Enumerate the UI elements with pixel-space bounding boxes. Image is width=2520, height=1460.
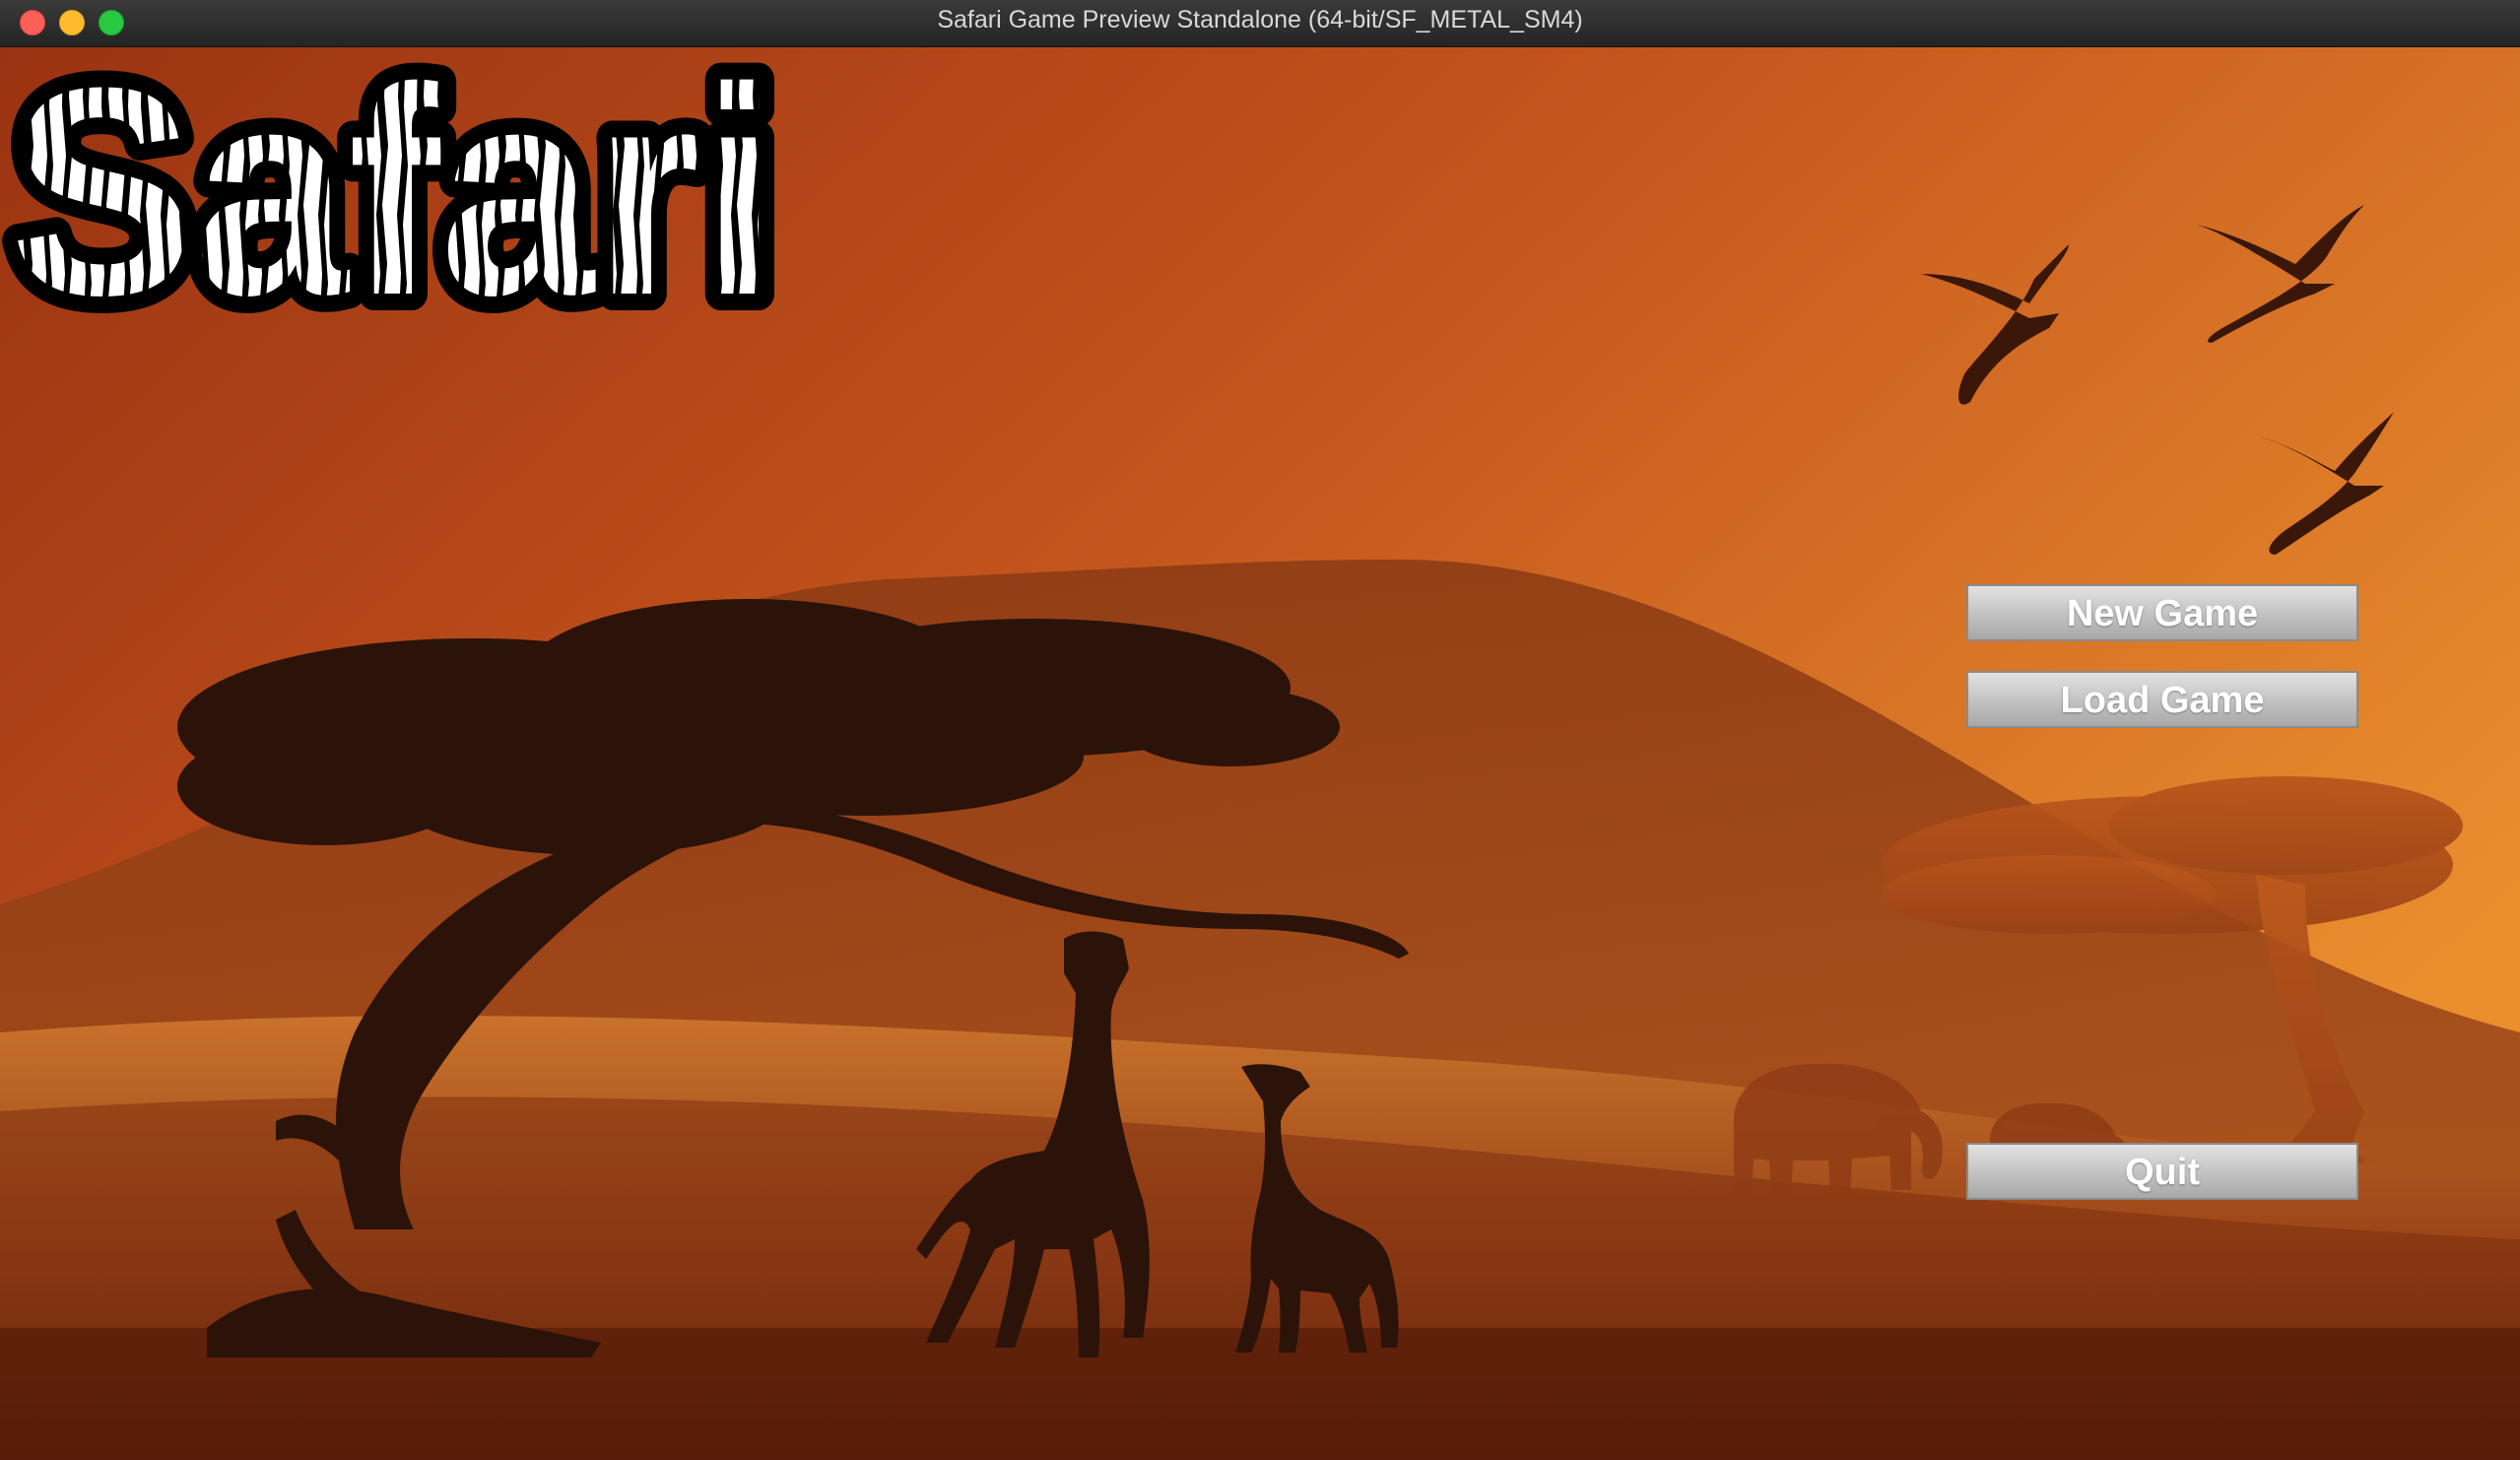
load-game-button[interactable]: Load Game (1966, 671, 2358, 728)
new-game-button[interactable]: New Game (1966, 584, 2358, 641)
window-title: Safari Game Preview Standalone (64-bit/S… (937, 6, 1583, 33)
logo-text: Safari (10, 47, 778, 333)
game-window: Safari Game Preview Standalone (64-bit/S… (0, 0, 2520, 1460)
quit-button[interactable]: Quit (1966, 1143, 2358, 1200)
game-scene: Safari Safari New Game Load Game Quit (0, 47, 2520, 1460)
window-titlebar[interactable]: Safari Game Preview Standalone (64-bit/S… (0, 0, 2520, 47)
safari-logo: Safari Safari (0, 47, 788, 333)
